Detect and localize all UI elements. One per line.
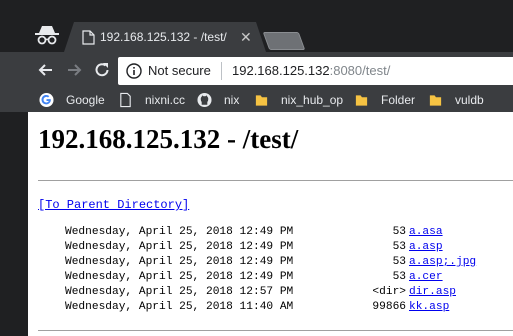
bookmark-label: nix_hub_op xyxy=(281,93,344,107)
back-arrow-icon[interactable] xyxy=(36,60,56,80)
entry-link[interactable]: a.cer xyxy=(409,271,443,283)
omnibox-divider xyxy=(221,62,222,80)
bookmark-label: nixni.cc xyxy=(145,93,186,107)
document-icon xyxy=(82,30,95,45)
entry-size: 53 xyxy=(392,271,406,283)
parent-directory-link[interactable]: [To Parent Directory] xyxy=(38,198,189,212)
reload-icon[interactable] xyxy=(92,60,112,80)
entry-link[interactable]: dir.asp xyxy=(409,286,456,298)
google-icon xyxy=(39,92,54,108)
entry-size: 53 xyxy=(392,256,406,268)
entry-date: Wednesday, April 25, 2018 12:49 PM xyxy=(65,226,294,238)
entry-date: Wednesday, April 25, 2018 12:49 PM xyxy=(65,241,294,253)
url-text[interactable]: 192.168.125.132:8080/test/ xyxy=(232,63,390,78)
incognito-icon xyxy=(35,26,59,45)
forward-arrow-icon[interactable] xyxy=(64,60,84,80)
new-tab-button[interactable] xyxy=(262,32,306,50)
tab-close-icon[interactable]: ✕ xyxy=(240,28,252,46)
entry-link[interactable]: a.asp xyxy=(409,241,443,253)
entry-size: 53 xyxy=(392,226,406,238)
folder-icon xyxy=(255,95,268,106)
bookmark-label: nix xyxy=(224,93,240,107)
directory-listing: Wednesday, April 25, 2018 12:49 PM 53 a.… xyxy=(28,226,476,316)
entry-date: Wednesday, April 25, 2018 12:49 PM xyxy=(65,256,294,268)
entry-date: Wednesday, April 25, 2018 11:40 AM xyxy=(65,301,294,313)
entry-date: Wednesday, April 25, 2018 12:57 PM xyxy=(65,286,294,298)
folder-icon xyxy=(429,95,442,106)
bookmark-label: Folder xyxy=(381,93,416,107)
url-host: 192.168.125.132 xyxy=(232,63,330,78)
entry-link[interactable]: a.asa xyxy=(409,226,443,238)
listing-row: Wednesday, April 25, 2018 12:57 PM <dir>… xyxy=(28,286,456,301)
bookmark-label: Google xyxy=(66,93,105,107)
github-icon xyxy=(197,92,212,108)
entry-size: 99866 xyxy=(372,301,406,313)
toolbar: Not secure 192.168.125.132:8080/test/ xyxy=(0,52,513,88)
listing-row: Wednesday, April 25, 2018 12:49 PM 53 a.… xyxy=(28,241,443,256)
page-icon xyxy=(120,92,131,108)
url-path: :8080/test/ xyxy=(329,63,391,78)
listing-row: Wednesday, April 25, 2018 12:49 PM 53 a.… xyxy=(28,256,476,271)
entry-link[interactable]: kk.asp xyxy=(409,301,449,313)
bookmark-label: vuldb xyxy=(455,93,484,107)
divider-bottom xyxy=(38,330,513,331)
divider-top xyxy=(38,180,513,181)
security-status: Not secure xyxy=(148,63,211,78)
listing-row: Wednesday, April 25, 2018 11:40 AM 99866… xyxy=(28,301,449,316)
entry-date: Wednesday, April 25, 2018 12:49 PM xyxy=(65,271,294,283)
address-bar[interactable]: Not secure 192.168.125.132:8080/test/ xyxy=(118,57,513,85)
tab-active[interactable]: 192.168.125.132 - /test/ ✕ xyxy=(64,22,266,52)
tab-strip: 192.168.125.132 - /test/ ✕ xyxy=(0,0,513,52)
info-icon[interactable] xyxy=(126,63,142,79)
entry-link[interactable]: a.asp;.jpg xyxy=(409,256,476,268)
entry-size: 53 xyxy=(392,241,406,253)
listing-row: Wednesday, April 25, 2018 12:49 PM 53 a.… xyxy=(28,226,443,241)
page-title: 192.168.125.132 - /test/ xyxy=(38,124,299,154)
bookmarks-bar: Google nixni.cc nix nix_hub_op Folder vu… xyxy=(0,88,513,112)
entry-size: <dir> xyxy=(372,286,406,298)
tab-title: 192.168.125.132 - /test/ xyxy=(100,30,227,44)
listing-row: Wednesday, April 25, 2018 12:49 PM 53 a.… xyxy=(28,271,443,286)
page-viewport: 192.168.125.132 - /test/ [To Parent Dire… xyxy=(28,112,513,336)
folder-icon xyxy=(355,95,368,106)
